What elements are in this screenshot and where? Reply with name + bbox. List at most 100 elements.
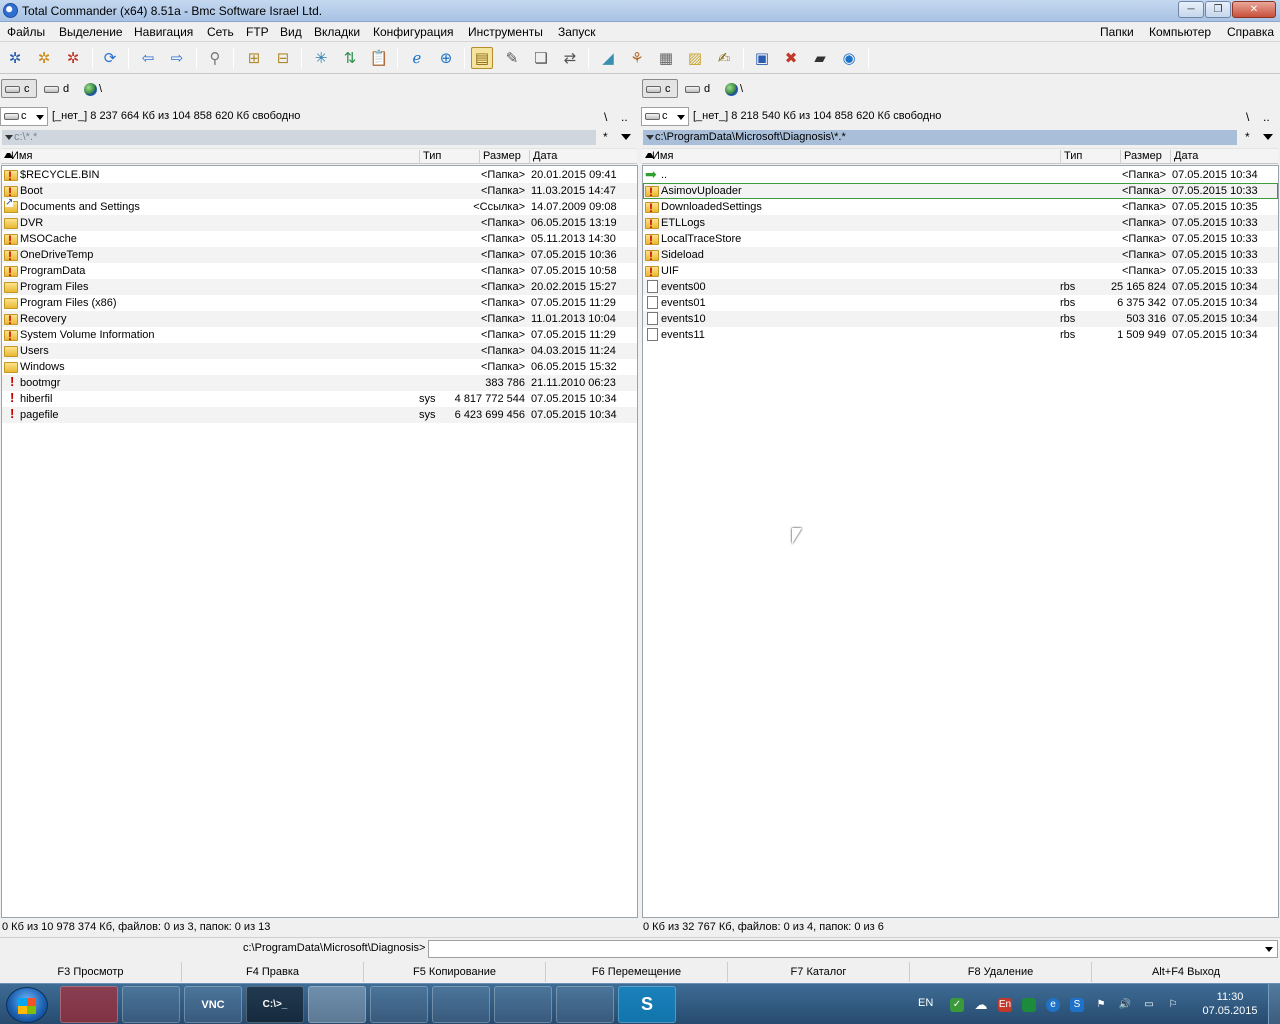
menu-launch[interactable]: Запуск	[558, 25, 596, 39]
left-col-size[interactable]: Размер	[479, 150, 529, 164]
gear-icon[interactable]: ✲	[33, 47, 55, 69]
file-row[interactable]: MSOCache <Папка> 05.11.2013 14:30	[2, 231, 637, 248]
gear-icon[interactable]: ✲	[62, 47, 84, 69]
floppy-icon[interactable]	[432, 986, 490, 1023]
file-row[interactable]: events10 rbs 503 316 07.05.2015 10:34	[643, 311, 1278, 327]
language-indicator[interactable]: EN	[918, 997, 933, 1009]
calculator-icon[interactable]: ▦	[655, 47, 677, 69]
file-row[interactable]: Users <Папка> 04.03.2015 11:24	[2, 343, 637, 359]
forward-arrow-icon[interactable]: ⇨	[166, 47, 188, 69]
monitor-icon[interactable]	[370, 986, 428, 1023]
left-col-ext[interactable]: Тип	[419, 150, 479, 164]
right-drive-c-button[interactable]: c	[642, 79, 678, 98]
left-up-button[interactable]: ..	[621, 110, 628, 124]
file-row[interactable]: Recovery <Папка> 11.01.2013 10:04	[2, 311, 637, 328]
file-row[interactable]: OneDriveTemp <Папка> 07.05.2015 10:36	[2, 247, 637, 264]
left-file-list[interactable]: $RECYCLE.BIN <Папка> 20.01.2015 09:41 Boot <…	[1, 165, 638, 918]
network-icon[interactable]: ⊕	[435, 47, 457, 69]
clock[interactable]: 11:30 07.05.2015	[1198, 990, 1262, 1018]
file-row[interactable]: Documents and Settings <Ссылка> 14.07.2009…	[2, 199, 637, 215]
right-col-name[interactable]: Имя	[642, 150, 1060, 164]
menu-selection[interactable]: Выделение	[59, 25, 123, 39]
menu-navigation[interactable]: Навигация	[134, 25, 193, 39]
tree-icon[interactable]: ✳	[310, 47, 332, 69]
file-row[interactable]: AsimovUploader <Папка> 07.05.2015 10:33	[643, 183, 1278, 200]
file-row[interactable]: LocalTraceStore <Папка> 07.05.2015 10:33	[643, 231, 1278, 248]
left-network-button[interactable]: \	[80, 79, 110, 98]
left-drive-d-button[interactable]: d	[40, 79, 76, 98]
skype-tray-icon[interactable]: S	[1070, 998, 1084, 1012]
file-row[interactable]: UIF <Папка> 07.05.2015 10:33	[643, 263, 1278, 280]
file-row[interactable]: System Volume Information <Папка> 07.05.20…	[2, 327, 637, 344]
keyboard-layout-icon[interactable]: En	[998, 998, 1012, 1012]
left-drive-c-button[interactable]: c	[1, 79, 37, 98]
notepad-icon[interactable]: ▨	[684, 47, 706, 69]
right-file-list[interactable]: .. <Папка> 07.05.2015 10:34 AsimovUploader <…	[642, 165, 1279, 918]
left-root-button[interactable]: \	[604, 110, 607, 124]
green-square-icon[interactable]	[1022, 998, 1036, 1012]
sort-icon[interactable]: ⇅	[339, 47, 361, 69]
menu-tools[interactable]: Инструменты	[468, 25, 543, 39]
disk-icon[interactable]: ◢	[597, 47, 619, 69]
f6-move-button[interactable]: F6 Перемещение	[546, 962, 728, 982]
file-row[interactable]: events00 rbs 25 165 824 07.05.2015 10:34	[643, 279, 1278, 295]
file-row[interactable]: DownloadedSettings <Папка> 07.05.2015 10:3…	[643, 199, 1278, 216]
left-col-date[interactable]: Дата	[529, 150, 637, 164]
file-row[interactable]: events01 rbs 6 375 342 07.05.2015 10:34	[643, 295, 1278, 311]
ie-icon[interactable]: ℯ	[406, 47, 428, 69]
left-drive-combo[interactable]: c	[0, 107, 48, 126]
menu-view[interactable]: Вид	[280, 25, 302, 39]
menu-tabs[interactable]: Вкладки	[314, 25, 360, 39]
left-path-bar[interactable]: c:\*.*	[2, 130, 596, 145]
acrobat-icon[interactable]	[60, 986, 118, 1023]
volume-icon[interactable]: 🔊	[1118, 998, 1132, 1012]
file-row[interactable]: DVR <Папка> 06.05.2015 13:19	[2, 215, 637, 231]
unpack-icon[interactable]: ⊟	[272, 47, 294, 69]
view-icon[interactable]: ▤	[471, 47, 493, 69]
network-tray-icon[interactable]: ⚑	[1094, 998, 1108, 1012]
broom-icon[interactable]: ⚘	[626, 47, 648, 69]
right-drive-combo[interactable]: c	[641, 107, 689, 126]
file-row[interactable]: Boot <Папка> 11.03.2015 14:47	[2, 183, 637, 200]
window-icon[interactable]: ▣	[751, 47, 773, 69]
copy-icon[interactable]: ❏	[530, 47, 552, 69]
right-root-button[interactable]: \	[1246, 110, 1249, 124]
right-path-bar[interactable]: c:\ProgramData\Microsoft\Diagnosis\*.*	[643, 130, 1237, 145]
menu-help[interactable]: Справка	[1227, 25, 1274, 39]
file-row[interactable]: $RECYCLE.BIN <Папка> 20.01.2015 09:41	[2, 167, 637, 184]
menu-folders[interactable]: Папки	[1100, 25, 1134, 39]
notepad-icon[interactable]	[494, 986, 552, 1023]
left-history-button[interactable]	[621, 134, 631, 140]
right-col-size[interactable]: Размер	[1120, 150, 1170, 164]
f3-view-button[interactable]: F3 Просмотр	[0, 962, 182, 982]
f8-delete-button[interactable]: F8 Удаление	[910, 962, 1092, 982]
menu-computer[interactable]: Компьютер	[1149, 25, 1211, 39]
right-history-button[interactable]	[1263, 134, 1273, 140]
file-row[interactable]: .. <Папка> 07.05.2015 10:34	[643, 166, 1278, 183]
right-drive-d-button[interactable]: d	[681, 79, 717, 98]
browser-icon[interactable]: e	[1046, 998, 1060, 1012]
right-network-button[interactable]: \	[721, 79, 751, 98]
file-row[interactable]: Sideload <Папка> 07.05.2015 10:33	[643, 247, 1278, 264]
minimize-button[interactable]: ─	[1178, 1, 1204, 18]
delete-icon[interactable]: ✖	[780, 47, 802, 69]
sync-icon[interactable]: ⇄	[559, 47, 581, 69]
f4-edit-button[interactable]: F4 Правка	[182, 962, 364, 982]
cloud-icon[interactable]: ☁	[974, 998, 988, 1012]
f7-mkdir-button[interactable]: F7 Каталог	[728, 962, 910, 982]
app-icon[interactable]	[308, 986, 366, 1023]
file-row[interactable]: bootmgr 383 786 21.11.2010 06:23	[2, 374, 637, 391]
f5-copy-button[interactable]: F5 Копирование	[364, 962, 546, 982]
folder-icon[interactable]	[556, 986, 614, 1023]
flag-icon[interactable]: ⚐	[1166, 998, 1180, 1012]
left-col-name[interactable]: Имя	[1, 150, 419, 164]
right-col-date[interactable]: Дата	[1170, 150, 1278, 164]
globe-icon[interactable]: ◉	[838, 47, 860, 69]
security-icon[interactable]: ✓	[950, 998, 964, 1012]
show-desktop-button[interactable]	[1268, 984, 1280, 1024]
menu-configuration[interactable]: Конфигурация	[373, 25, 454, 39]
close-button[interactable]: ✕	[1232, 1, 1276, 18]
start-button[interactable]	[6, 987, 48, 1023]
vnc-icon[interactable]: VNC	[184, 986, 242, 1023]
menu-files[interactable]: Файлы	[7, 25, 45, 39]
